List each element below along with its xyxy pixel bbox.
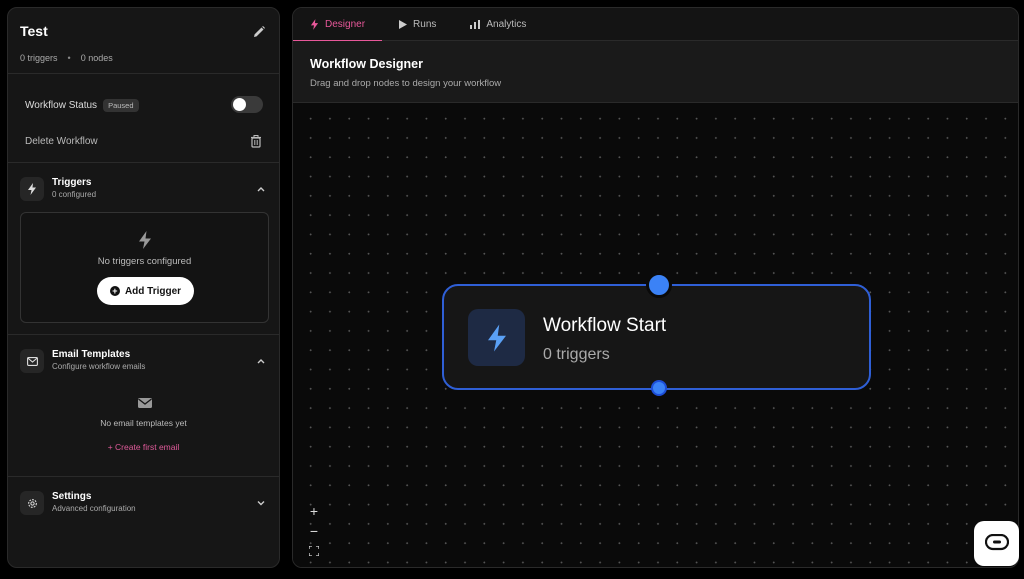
chat-icon — [984, 533, 1009, 550]
workflow-status-label: Workflow Status — [25, 99, 98, 111]
node-subtitle: 0 triggers — [543, 346, 610, 363]
workflow-start-node[interactable]: Workflow Start 0 triggers — [442, 272, 871, 396]
status-badge: Paused — [103, 98, 139, 112]
designer-title: Workflow Designer — [310, 57, 423, 71]
divider — [8, 476, 279, 477]
bolt-icon — [20, 177, 44, 201]
node-output-handle[interactable] — [651, 380, 667, 396]
mail-icon — [20, 349, 44, 373]
no-email-templates-text: No email templates yet — [100, 418, 187, 428]
bar-chart-icon — [470, 20, 481, 29]
triggers-empty-state: No triggers configured + Add Trigger — [20, 212, 269, 323]
delete-workflow-row[interactable]: Delete Workflow — [25, 131, 263, 151]
node-title: Workflow Start — [543, 315, 667, 336]
tab-bar: Designer Runs Analytics — [293, 8, 1018, 42]
workflow-status-row: Workflow Status Paused — [25, 95, 263, 115]
main-panel: Designer Runs Analytics Workflow Designe… — [292, 7, 1019, 568]
tab-designer[interactable]: Designer — [293, 8, 383, 42]
sidebar-header: Test 0 triggers • 0 nodes — [8, 8, 279, 74]
pencil-icon[interactable] — [251, 24, 267, 40]
nodes-count: 0 nodes — [80, 53, 113, 63]
mail-icon — [138, 398, 152, 408]
designer-subtitle: Drag and drop nodes to design your workf… — [310, 78, 502, 89]
triggers-count: 0 triggers — [20, 53, 58, 63]
sidebar: Test 0 triggers • 0 nodes Workflow Statu… — [7, 7, 280, 568]
play-icon — [399, 20, 408, 29]
chevron-up-icon[interactable] — [255, 355, 267, 367]
bolt-icon — [468, 309, 525, 366]
triggers-section-header[interactable]: Triggers 0 configured — [20, 177, 267, 203]
chevron-up-icon[interactable] — [255, 183, 267, 195]
email-section-subtitle: Configure workflow emails — [52, 362, 146, 371]
zoom-in-button[interactable]: + — [305, 501, 323, 521]
add-trigger-button[interactable]: + Add Trigger — [97, 277, 194, 305]
meta-separator: • — [67, 53, 71, 63]
add-trigger-label: Add Trigger — [124, 285, 182, 297]
tab-designer-label: Designer — [325, 19, 366, 30]
tab-runs[interactable]: Runs — [382, 8, 453, 41]
bolt-icon — [310, 19, 319, 30]
fit-view-button[interactable] — [305, 541, 323, 561]
divider — [8, 162, 279, 163]
tab-runs-label: Runs — [413, 19, 437, 30]
fullscreen-icon — [308, 545, 320, 557]
settings-section-subtitle: Advanced configuration — [52, 504, 136, 513]
email-section-title: Email Templates — [52, 349, 131, 360]
plus-circle-icon: + — [109, 286, 120, 296]
trash-icon[interactable] — [249, 134, 263, 148]
workflow-canvas[interactable]: Workflow Start 0 triggers + − — [293, 103, 1018, 567]
divider — [8, 334, 279, 335]
triggers-section-subtitle: 0 configured — [52, 190, 97, 199]
designer-header: Workflow Designer Drag and drop nodes to… — [293, 41, 1018, 103]
settings-section-title: Settings — [52, 491, 92, 502]
workflow-title: Test — [20, 23, 48, 39]
create-first-email-link[interactable]: + Create first email — [8, 442, 279, 452]
bolt-icon — [139, 231, 151, 249]
delete-workflow-label[interactable]: Delete Workflow — [25, 136, 98, 147]
node-input-handle[interactable] — [646, 272, 672, 298]
tab-analytics[interactable]: Analytics — [453, 8, 543, 41]
workflow-meta: 0 triggers • 0 nodes — [20, 53, 113, 63]
chevron-down-icon[interactable] — [255, 497, 267, 509]
email-section-header[interactable]: Email Templates Configure workflow email… — [20, 349, 267, 375]
no-triggers-text: No triggers configured — [97, 256, 192, 267]
settings-section-header[interactable]: Settings Advanced configuration — [20, 491, 267, 517]
chat-support-button[interactable] — [974, 521, 1019, 566]
tab-analytics-label: Analytics — [486, 19, 527, 30]
triggers-section-title: Triggers — [52, 177, 92, 188]
gear-icon — [20, 491, 44, 515]
zoom-controls: + − — [305, 501, 323, 561]
zoom-out-button[interactable]: − — [305, 521, 323, 541]
workflow-status-toggle[interactable] — [231, 96, 263, 113]
